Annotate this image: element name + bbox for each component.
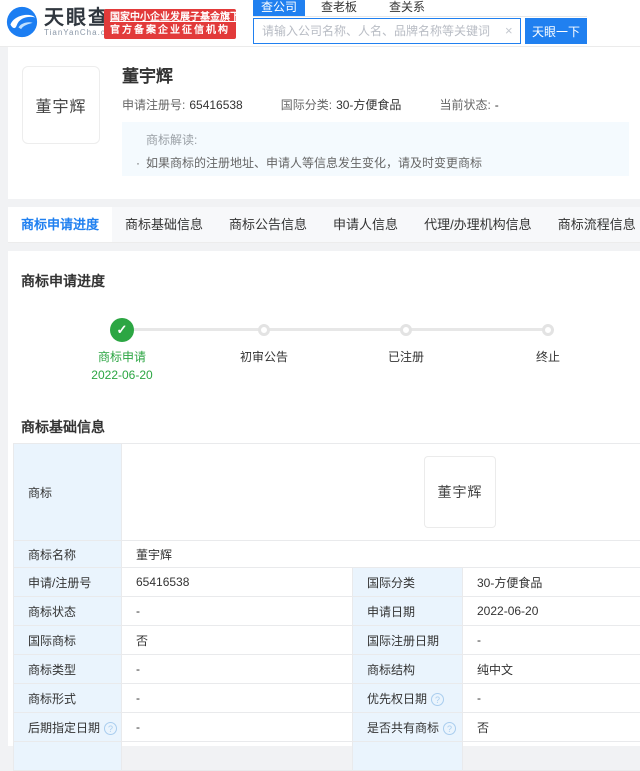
step-date: 2022-06-20 bbox=[62, 366, 182, 384]
search-tabs: 查公司 查老板 查关系 bbox=[253, 1, 587, 17]
note-title: 商标解读: bbox=[146, 131, 615, 148]
help-icon[interactable]: ? bbox=[104, 722, 117, 735]
row-value: - bbox=[122, 655, 353, 684]
search-input[interactable] bbox=[253, 18, 521, 44]
step-node-pending bbox=[258, 324, 270, 336]
row-value: - bbox=[122, 684, 353, 713]
tianyancha-eye-icon bbox=[6, 6, 38, 43]
row-value: 董宇辉 bbox=[122, 541, 640, 568]
row-label: 国际注册日期 bbox=[353, 626, 463, 655]
tab-agency-info[interactable]: 代理/办理机构信息 bbox=[411, 207, 545, 242]
row-label: 后期指定日期? bbox=[14, 713, 122, 742]
search-button[interactable]: 天眼一下 bbox=[525, 18, 587, 44]
badge-line1: 国家中小企业发展子基金旗下 bbox=[110, 11, 230, 24]
search-tab-boss[interactable]: 查老板 bbox=[313, 0, 365, 16]
table-row: 商标状态 - 申请日期 2022-06-20 bbox=[14, 597, 640, 626]
certification-badge: 国家中小企业发展子基金旗下 官方备案企业征信机构 bbox=[104, 9, 236, 39]
search-area: 查公司 查老板 查关系 × 天眼一下 bbox=[253, 1, 587, 44]
table-row: 国际商标 否 国际注册日期 - bbox=[14, 626, 640, 655]
step-caption-apply: 商标申请 2022-06-20 bbox=[62, 348, 182, 384]
row-value: 30-方便食品 bbox=[463, 568, 640, 597]
row-label: 商标状态 bbox=[14, 597, 122, 626]
step-node-pending bbox=[542, 324, 554, 336]
row-label: 优先权日期? bbox=[353, 684, 463, 713]
basic-info-table: 商标 董宇辉 商标名称 董宇辉 申请/注册号 65416538 国际分类 30-… bbox=[13, 443, 640, 771]
bullet-marker: · bbox=[136, 156, 140, 170]
field-international-class: 国际分类:30-方便食品 bbox=[281, 96, 402, 113]
search-tab-company[interactable]: 查公司 bbox=[253, 0, 305, 16]
row-value: 否 bbox=[122, 626, 353, 655]
step-node-pending bbox=[400, 324, 412, 336]
trademark-fields: 申请注册号:65416538 国际分类:30-方便食品 当前状态:- bbox=[122, 96, 537, 113]
help-icon[interactable]: ? bbox=[431, 693, 444, 706]
step-caption-terminated: 终止 bbox=[488, 348, 608, 366]
row-value: - bbox=[122, 597, 353, 626]
basic-info-heading: 商标基础信息 bbox=[21, 417, 105, 437]
row-label: 是否共有商标? bbox=[353, 713, 463, 742]
table-row: 商标名称 董宇辉 bbox=[14, 541, 640, 568]
table-row: 申请/注册号 65416538 国际分类 30-方便食品 bbox=[14, 568, 640, 597]
note-bullet-item: · 如果商标的注册地址、申请人等信息发生变化，请及时变更商标 bbox=[136, 154, 615, 171]
search-tab-relation[interactable]: 查关系 bbox=[381, 0, 433, 16]
site-logo[interactable]: 天眼查 TianYanCha.com bbox=[6, 6, 119, 43]
field-registration-number: 申请注册号:65416538 bbox=[122, 96, 243, 113]
row-value: - bbox=[463, 626, 640, 655]
row-label: 商标结构 bbox=[353, 655, 463, 684]
tab-announcement-info[interactable]: 商标公告信息 bbox=[216, 207, 320, 242]
step-caption-preliminary: 初审公告 bbox=[204, 348, 324, 366]
trademark-summary-card: 董宇辉 董宇辉 申请注册号:65416538 国际分类:30-方便食品 当前状态… bbox=[8, 47, 640, 199]
tab-basic-info[interactable]: 商标基础信息 bbox=[112, 207, 216, 242]
trademark-title: 董宇辉 bbox=[122, 62, 173, 87]
check-icon: ✓ bbox=[117, 322, 128, 338]
row-value: 65416538 bbox=[122, 568, 353, 597]
row-value: 否 bbox=[463, 713, 640, 742]
table-row: 后期指定日期? - 是否共有商标? 否 bbox=[14, 713, 640, 742]
stepper-line bbox=[122, 328, 548, 331]
row-value: 纯中文 bbox=[463, 655, 640, 684]
site-header: 天眼查 TianYanCha.com 国家中小企业发展子基金旗下 官方备案企业征… bbox=[0, 0, 640, 47]
row-label: 商标形式 bbox=[14, 684, 122, 713]
row-label: 商标类型 bbox=[14, 655, 122, 684]
trademark-note-box: 商标解读: · 如果商标的注册地址、申请人等信息发生变化，请及时变更商标 bbox=[122, 122, 629, 176]
row-label: 申请/注册号 bbox=[14, 568, 122, 597]
table-row: 商标 董宇辉 bbox=[14, 444, 640, 541]
field-current-status: 当前状态:- bbox=[439, 96, 498, 113]
row-value: - bbox=[122, 713, 353, 742]
trademark-image-cell: 董宇辉 bbox=[122, 444, 640, 541]
row-label: 商标 bbox=[14, 444, 122, 541]
progress-heading: 商标申请进度 bbox=[21, 271, 105, 291]
row-value: - bbox=[463, 684, 640, 713]
section-gap bbox=[0, 243, 640, 251]
tab-process-info[interactable]: 商标流程信息 bbox=[545, 207, 640, 242]
help-icon[interactable]: ? bbox=[443, 722, 456, 735]
badge-line2: 官方备案企业征信机构 bbox=[110, 24, 230, 37]
step-node-done: ✓ bbox=[110, 318, 134, 342]
detail-tabbar: 商标申请进度 商标基础信息 商标公告信息 申请人信息 代理/办理机构信息 商标流… bbox=[8, 207, 640, 243]
trademark-image: 董宇辉 bbox=[22, 66, 100, 144]
note-text: 如果商标的注册地址、申请人等信息发生变化，请及时变更商标 bbox=[146, 156, 482, 170]
step-caption-registered: 已注册 bbox=[346, 348, 466, 366]
section-gap bbox=[0, 199, 640, 207]
row-value: 2022-06-20 bbox=[463, 597, 640, 626]
main-content-card: 商标申请进度 ✓ 商标申请 2022-06-20 初审公告 已注册 终止 商标基… bbox=[8, 251, 640, 746]
row-label: 商标名称 bbox=[14, 541, 122, 568]
clear-icon[interactable]: × bbox=[505, 24, 513, 38]
tab-application-progress[interactable]: 商标申请进度 bbox=[8, 207, 112, 242]
trademark-image-small: 董宇辉 bbox=[424, 456, 496, 528]
table-row: 商标形式 - 优先权日期? - bbox=[14, 684, 640, 713]
row-label: 申请日期 bbox=[353, 597, 463, 626]
tab-applicant-info[interactable]: 申请人信息 bbox=[320, 207, 411, 242]
table-row: 商标类型 - 商标结构 纯中文 bbox=[14, 655, 640, 684]
row-label: 国际商标 bbox=[14, 626, 122, 655]
row-label: 国际分类 bbox=[353, 568, 463, 597]
